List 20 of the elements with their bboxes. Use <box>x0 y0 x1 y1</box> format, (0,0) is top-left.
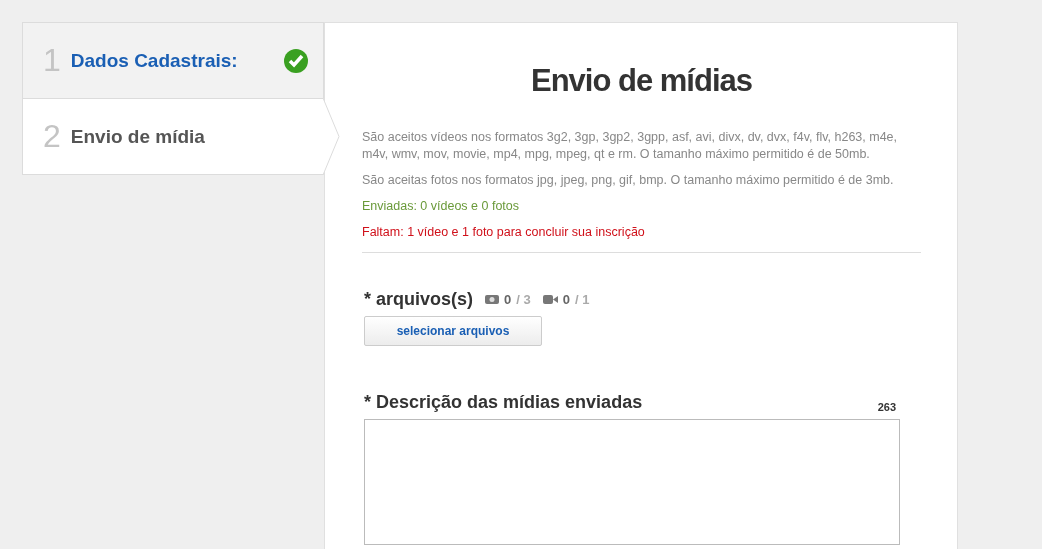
error-message: Faltam: 1 vídeo e 1 foto para concluir sua inscrição <box>362 224 646 241</box>
select-files-button[interactable]: selecionar arquivos <box>364 316 542 346</box>
status-message: Enviadas: 0 vídeos e 0 fotos <box>362 198 521 215</box>
info-text: São aceitas fotos nos formatos jpg, jpeg, png, gif, bmp. O tamanho máximo permitido é de 3mb. <box>362 172 895 189</box>
video-camera-icon <box>542 295 558 304</box>
description-field[interactable] <box>364 419 900 545</box>
page-title: Envio de mídias <box>530 63 753 99</box>
camera-icon <box>485 295 500 304</box>
step-label: Dados Cadastrais: <box>70 49 239 72</box>
step-number: 2 <box>43 118 61 155</box>
info-text: São aceitos vídeos nos formatos 3g2, 3gp, 3gp2, 3gpp, asf, avi, divx, dv, dvx, f4v, flv, h263, m4e, m4v, wmv, mov, movie, mp4, mpg, mpeg, qt e rm. O tamanho máximo permitido é de 50mb. <box>362 129 899 163</box>
step-label: Envio de mídia <box>70 125 206 148</box>
count-text: 0 <box>562 292 570 307</box>
count-text: 0 <box>504 292 512 307</box>
field-label: * arquivos(s) <box>364 289 474 310</box>
check-icon <box>283 47 309 74</box>
character-count: 263 <box>877 401 896 413</box>
limit-text: / 3 <box>516 292 531 307</box>
field-label: * Descrição das mídias enviadas <box>364 392 643 413</box>
limit-text: / 1 <box>574 292 590 307</box>
